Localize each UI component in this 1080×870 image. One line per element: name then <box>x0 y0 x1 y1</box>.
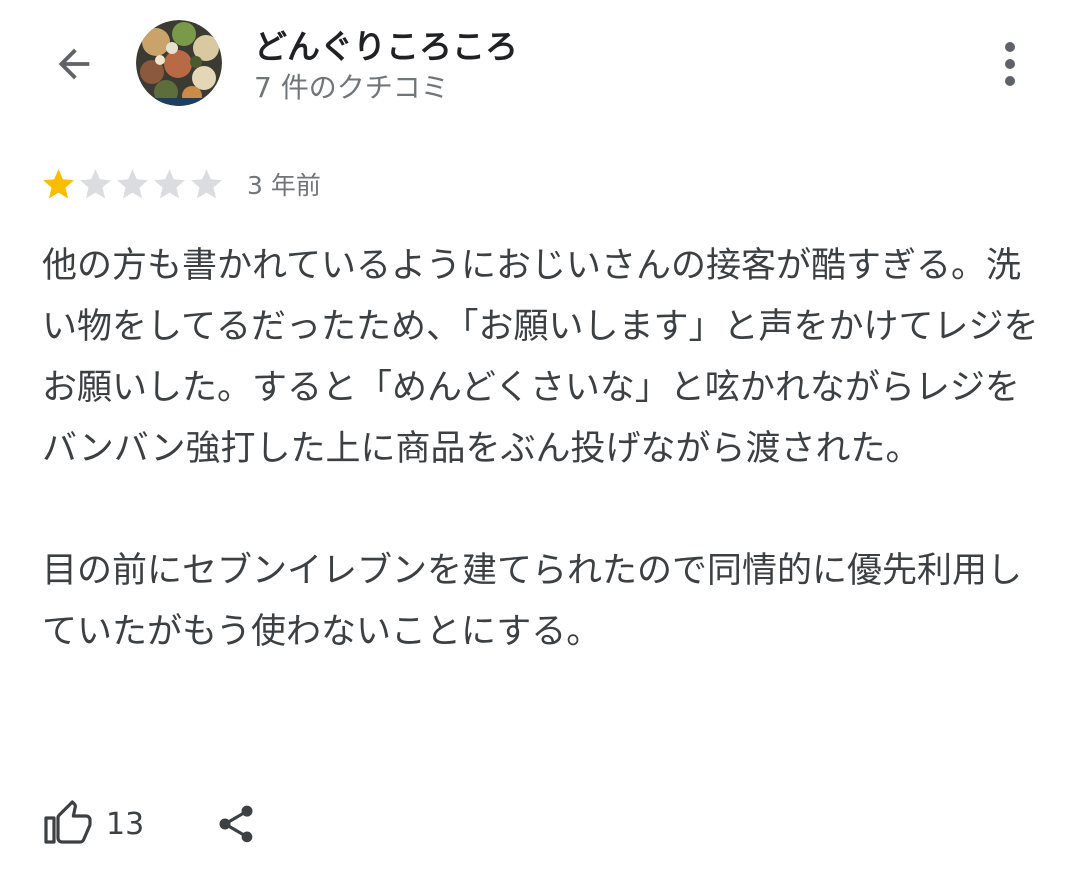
star-empty-icon <box>80 168 111 198</box>
review-text: 他の方も書かれているようにおじいさんの接客が酷すぎる。洗い物をしてるだったため、… <box>42 236 1042 663</box>
star-empty-icon <box>154 168 185 198</box>
star-rating <box>40 166 225 203</box>
rating-row: 3 年前 <box>40 164 321 204</box>
review-time: 3 年前 <box>247 171 321 200</box>
review-paragraph: 目の前にセブンイレブンを建てられたので同情的に優先利用していたがもう使わないこと… <box>42 551 1023 652</box>
review-header: どんぐりころころ 7 件のクチコミ <box>0 0 1080 130</box>
avatar-food-image <box>136 20 222 106</box>
share-icon <box>219 805 253 843</box>
review-actions: 13 <box>44 796 258 852</box>
star-empty-icon <box>191 168 222 198</box>
like-button[interactable]: 13 <box>44 800 144 848</box>
reviewer-review-count: 7 件のクチコミ <box>254 71 449 104</box>
back-button[interactable] <box>46 36 102 92</box>
like-count: 13 <box>106 806 145 842</box>
more-options-button[interactable] <box>986 36 1034 92</box>
star-filled-icon <box>43 168 74 198</box>
reviewer-avatar[interactable] <box>136 20 222 106</box>
more-vert-icon <box>1005 42 1015 86</box>
thumb-up-icon <box>44 800 92 844</box>
review-paragraph: 他の方も書かれているようにおじいさんの接客が酷すぎる。洗い物をしてるだったため、… <box>42 246 1039 469</box>
arrow-back-icon <box>58 48 90 80</box>
share-button[interactable] <box>214 800 258 848</box>
reviewer-name[interactable]: どんぐりころころ <box>254 20 518 68</box>
star-empty-icon <box>117 168 148 198</box>
